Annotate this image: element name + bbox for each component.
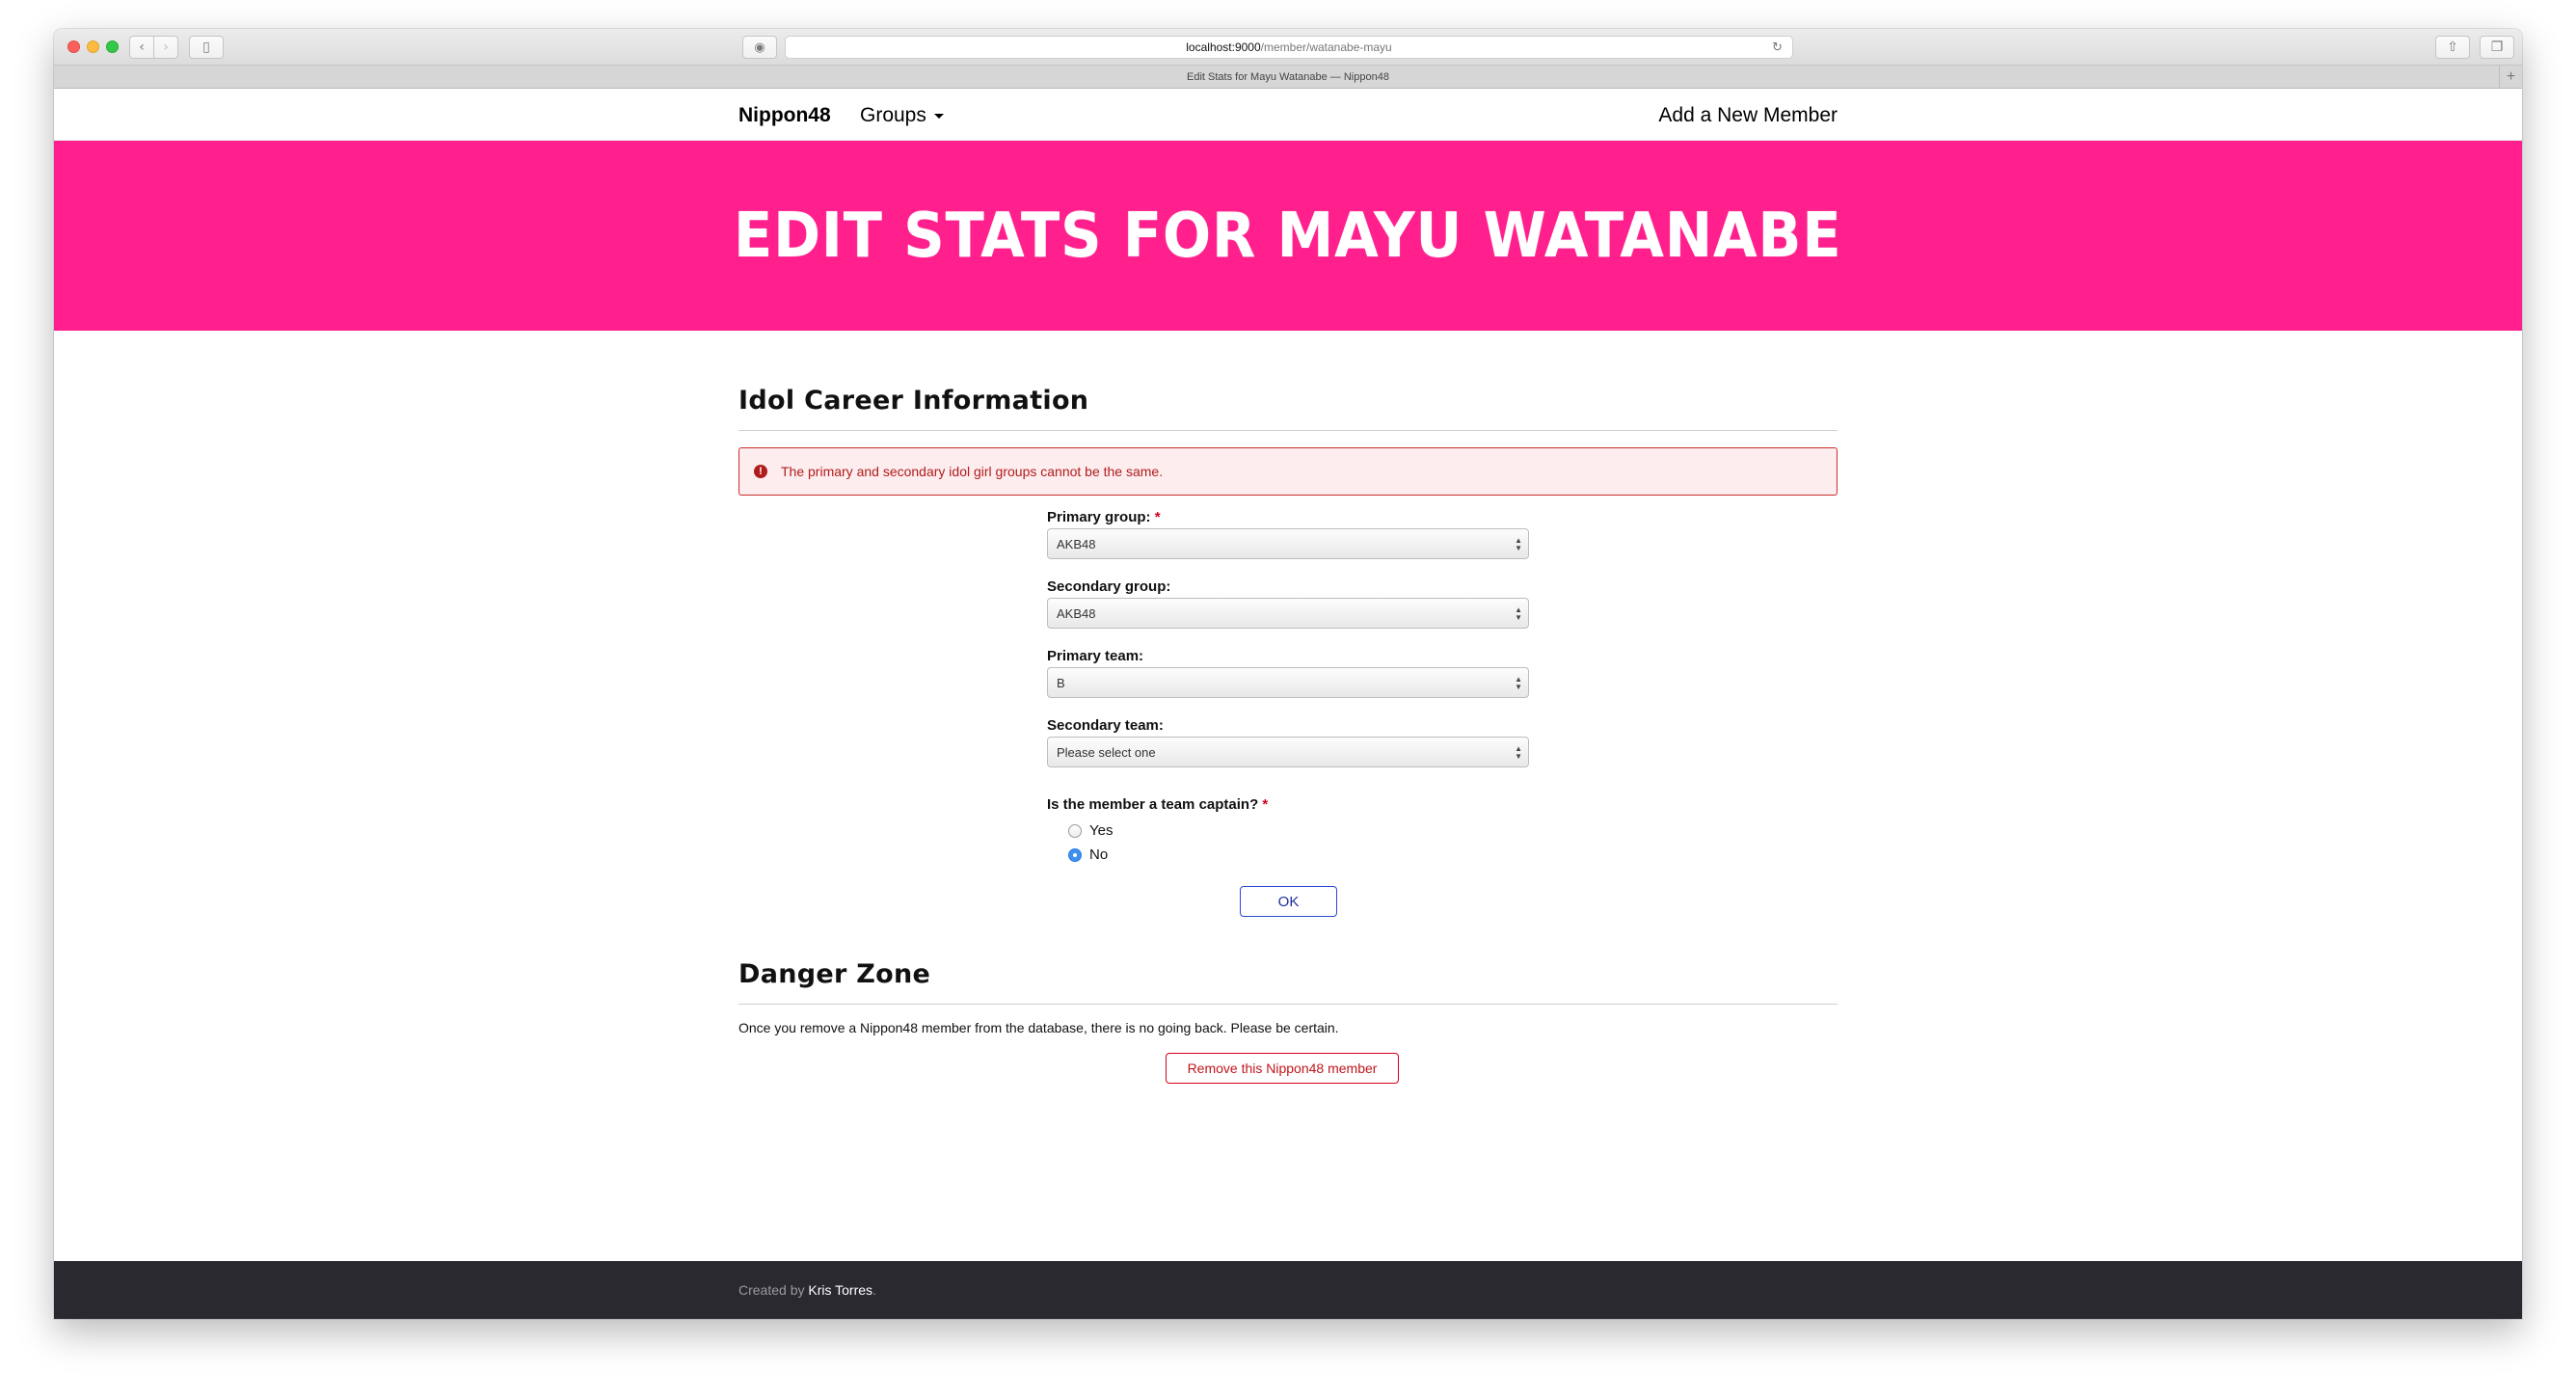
show-tabs-button[interactable]: ❐	[2480, 36, 2514, 59]
select-arrows-icon: ▲ ▼	[1515, 536, 1522, 552]
footer-prefix: Created by	[738, 1282, 805, 1298]
divider	[738, 430, 1838, 431]
share-button[interactable]: ⇧	[2435, 36, 2470, 59]
primary-group-select[interactable]: AKB48 ▲ ▼	[1047, 528, 1529, 559]
career-heading: Idol Career Information	[738, 386, 1089, 416]
primary-team-select[interactable]: B ▲ ▼	[1047, 667, 1529, 698]
add-member-link[interactable]: Add a New Member	[1658, 104, 1838, 127]
captain-yes-label: Yes	[1089, 822, 1114, 839]
browser-window: ‹ › ▯ ◉ localhost:9000/member/watanabe-m…	[54, 29, 2522, 1319]
share-icon: ⇧	[2447, 40, 2458, 55]
new-tab-icon[interactable]: +	[2499, 66, 2522, 88]
close-window-icon[interactable]	[67, 40, 80, 53]
privacy-button[interactable]: ◉	[742, 36, 777, 59]
privacy-icon: ◉	[754, 40, 765, 55]
chevron-left-icon: ‹	[139, 40, 145, 55]
chevron-right-icon: ›	[163, 40, 169, 55]
captain-yes-radio[interactable]	[1068, 823, 1082, 838]
secondary-group-value: AKB48	[1057, 605, 1096, 621]
secondary-group-select[interactable]: AKB48 ▲ ▼	[1047, 598, 1529, 629]
required-mark: *	[1262, 796, 1269, 813]
footer-suffix: .	[872, 1282, 876, 1298]
tabs-icon: ❐	[2490, 40, 2504, 55]
page-title: Edit Stats for Mayu Watanabe	[734, 200, 1842, 272]
captain-no-option[interactable]: No	[1068, 846, 1108, 863]
error-alert: ! The primary and secondary idol girl gr…	[738, 447, 1838, 496]
tab-bar: Edit Stats for Mayu Watanabe — Nippon48 …	[54, 66, 2522, 89]
danger-warning-text: Once you remove a Nippon48 member from t…	[738, 1020, 1339, 1035]
navbar: Nippon48 Groups Add a New Member	[54, 89, 2522, 141]
reload-icon[interactable]: ↻	[1772, 40, 1783, 55]
divider	[738, 1004, 1838, 1005]
caret-down-icon	[933, 113, 944, 119]
page: Nippon48 Groups Add a New Member Edit St…	[54, 89, 2522, 1319]
forward-button[interactable]: ›	[153, 36, 178, 59]
address-bar[interactable]: localhost:9000/member/watanabe-mayu ↻	[785, 36, 1793, 59]
url-host: localhost:9000	[1186, 40, 1261, 54]
browser-toolbar: ‹ › ▯ ◉ localhost:9000/member/watanabe-m…	[54, 29, 2522, 66]
back-button[interactable]: ‹	[129, 36, 154, 59]
ok-button[interactable]: OK	[1240, 886, 1337, 917]
groups-dropdown[interactable]: Groups	[860, 104, 944, 127]
primary-team-label: Primary team:	[1047, 648, 1144, 664]
select-arrows-icon: ▲ ▼	[1515, 675, 1522, 691]
captain-yes-option[interactable]: Yes	[1068, 822, 1113, 839]
alert-message: The primary and secondary idol girl grou…	[781, 464, 1164, 479]
danger-heading: Danger Zone	[738, 959, 931, 989]
secondary-group-label: Secondary group:	[1047, 578, 1171, 595]
captain-no-label: No	[1089, 846, 1109, 863]
error-icon: !	[754, 465, 767, 478]
secondary-team-select[interactable]: Please select one ▲ ▼	[1047, 737, 1529, 767]
secondary-team-label: Secondary team:	[1047, 717, 1164, 734]
tab-title[interactable]: Edit Stats for Mayu Watanabe — Nippon48	[1187, 71, 1389, 83]
remove-member-button[interactable]: Remove this Nippon48 member	[1166, 1053, 1399, 1084]
footer-credit: Created by Kris Torres.	[738, 1282, 876, 1298]
groups-label: Groups	[860, 104, 926, 126]
zoom-window-icon[interactable]	[106, 40, 119, 53]
primary-team-value: B	[1057, 675, 1065, 690]
url-path: /member/watanabe-mayu	[1260, 40, 1392, 54]
captain-no-radio[interactable]	[1068, 847, 1082, 862]
select-arrows-icon: ▲ ▼	[1515, 744, 1522, 761]
sidebar-toggle-button[interactable]: ▯	[189, 36, 224, 59]
brand-link[interactable]: Nippon48	[738, 104, 831, 127]
select-arrows-icon: ▲ ▼	[1515, 605, 1522, 622]
primary-group-value: AKB48	[1057, 536, 1096, 551]
hero-banner: Edit Stats for Mayu Watanabe	[54, 141, 2522, 331]
minimize-window-icon[interactable]	[87, 40, 99, 53]
required-mark: *	[1154, 509, 1161, 525]
footer: Created by Kris Torres.	[54, 1261, 2522, 1319]
primary-group-label: Primary group: *	[1047, 509, 1161, 525]
sidebar-icon: ▯	[202, 40, 210, 55]
author-link[interactable]: Kris Torres	[808, 1282, 872, 1298]
captain-label: Is the member a team captain? *	[1047, 796, 1269, 813]
secondary-team-value: Please select one	[1057, 744, 1156, 760]
